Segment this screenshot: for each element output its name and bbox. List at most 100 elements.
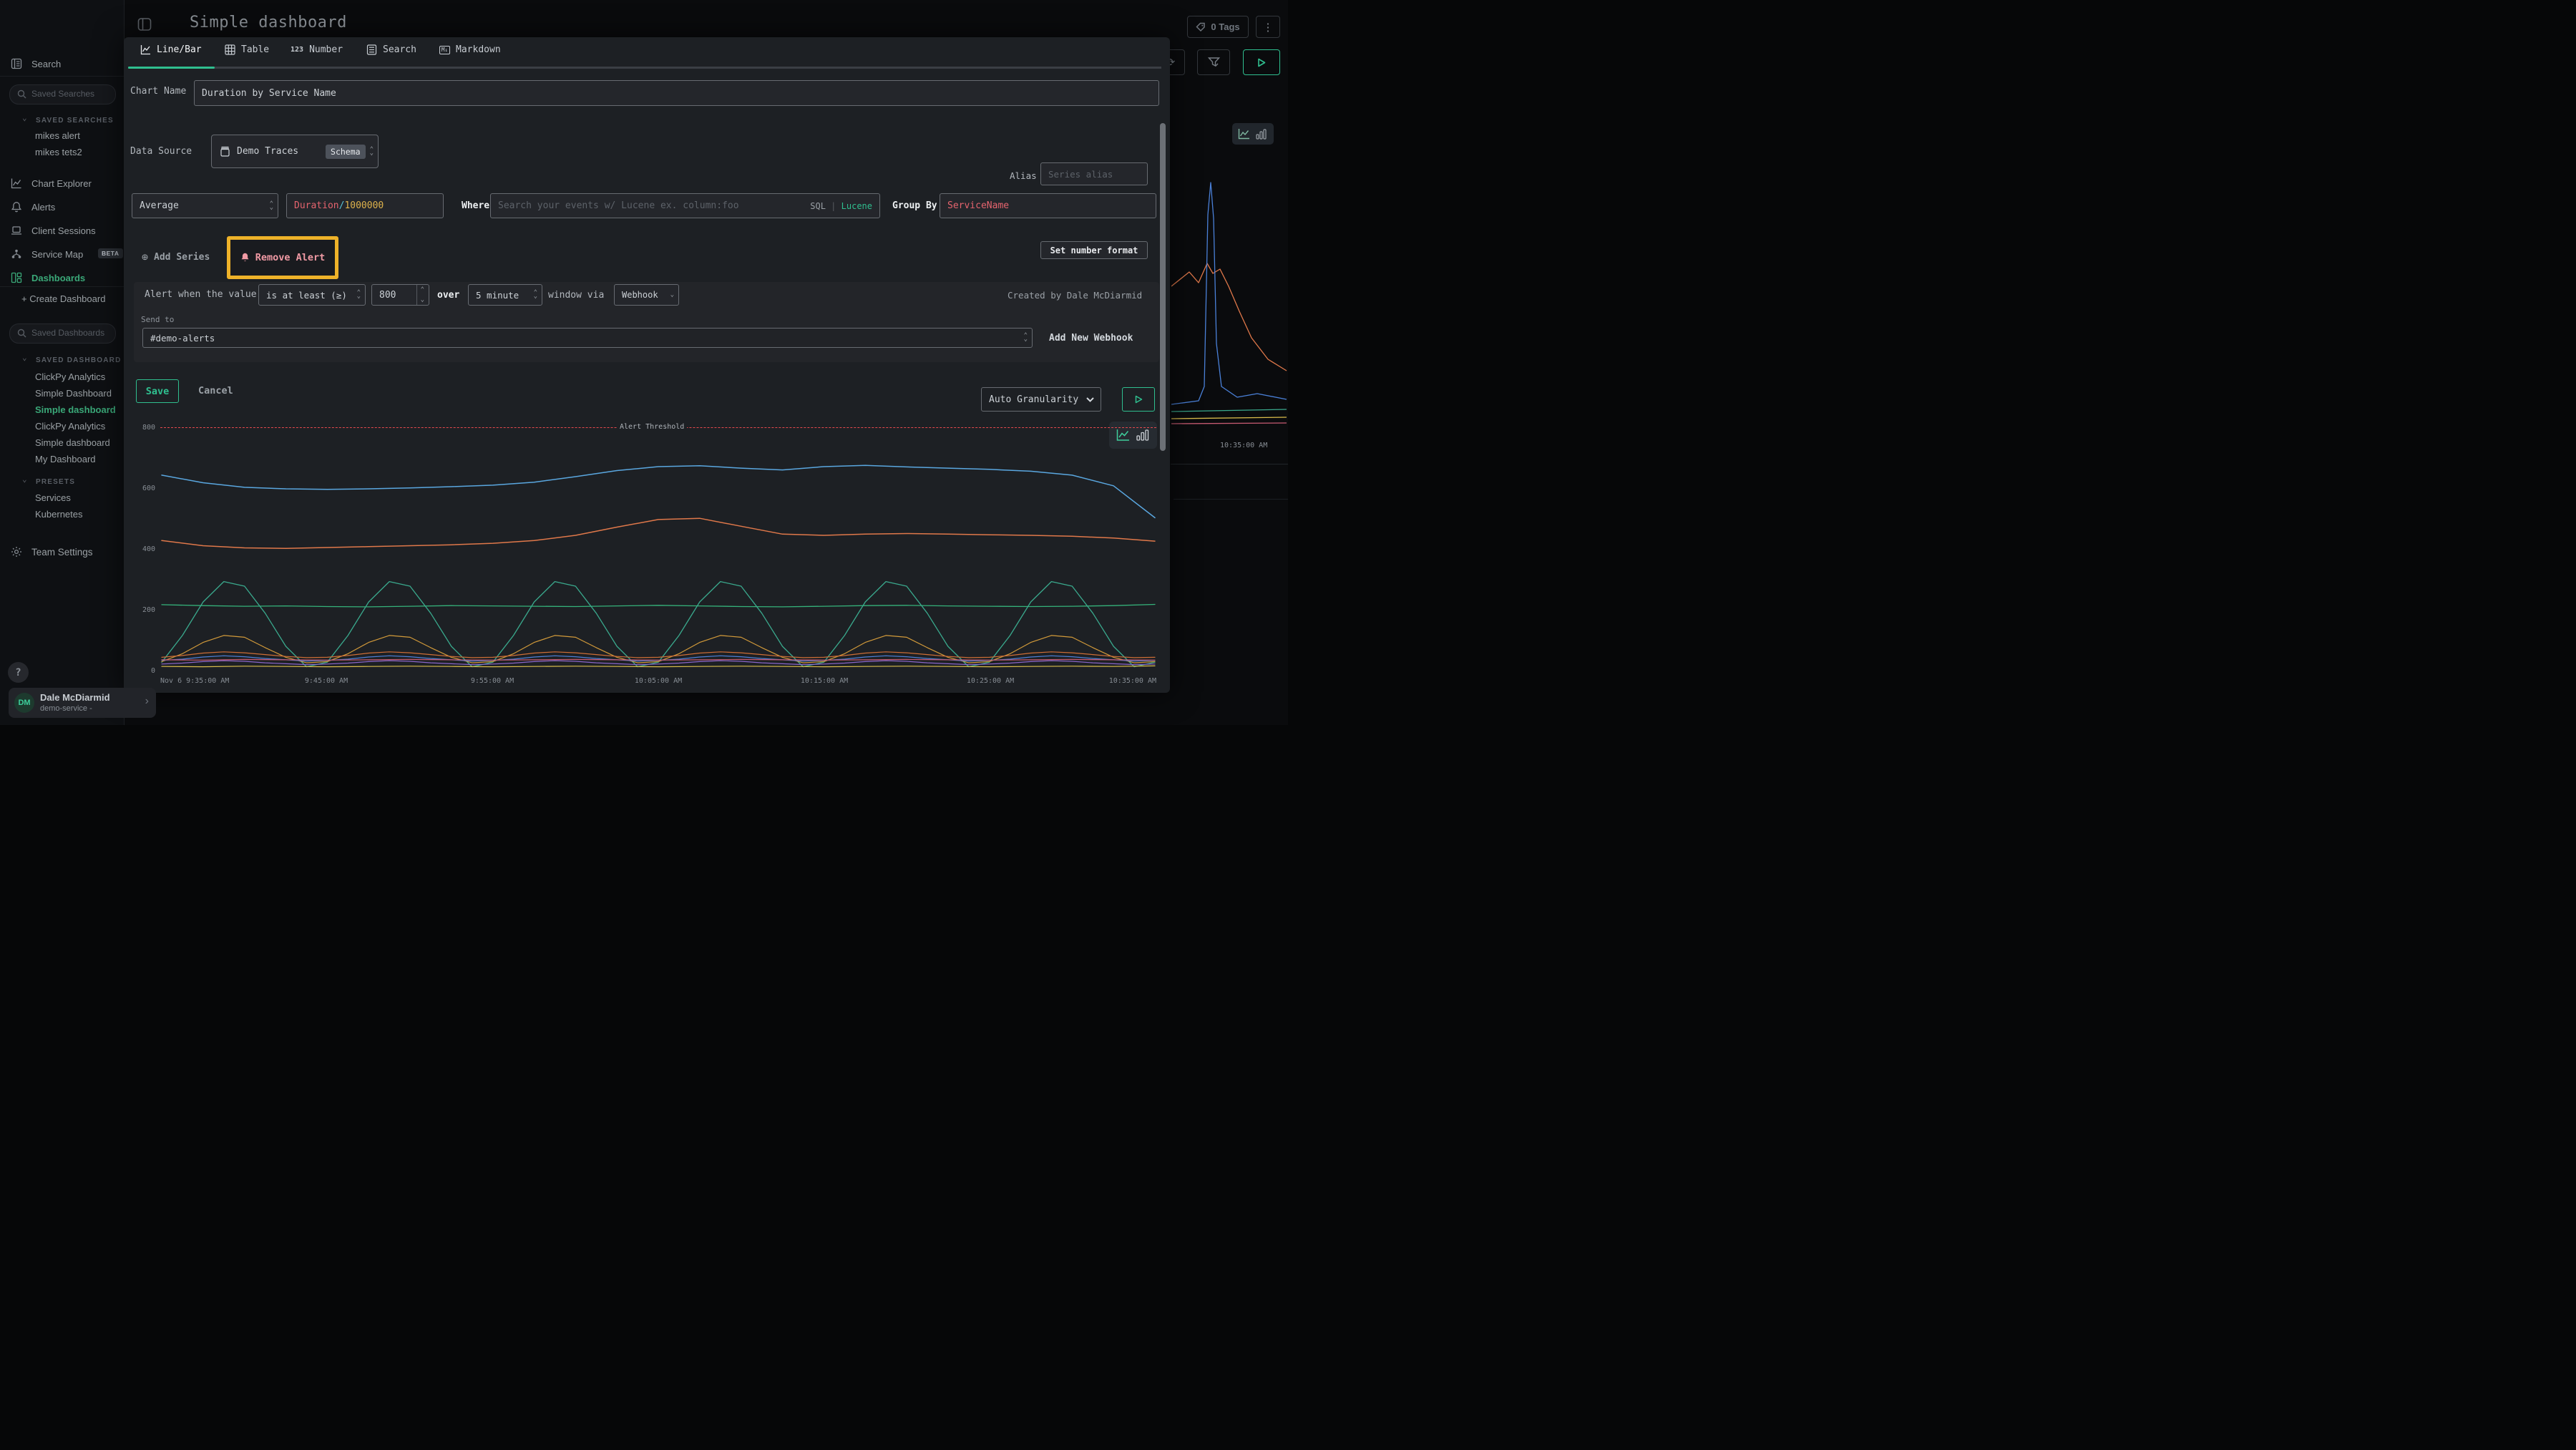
saved-dashboards-header[interactable]: SAVED DASHBOARDS: [36, 356, 122, 364]
select-chevrons-icon: ⌃⌄: [357, 291, 361, 298]
number-stepper[interactable]: ⌃⌄: [416, 285, 424, 305]
expression-value-token: 1000000: [344, 200, 384, 211]
tab-search[interactable]: Search: [366, 44, 416, 55]
set-number-format-button[interactable]: Set number format: [1040, 241, 1148, 259]
alias-input[interactable]: Series alias: [1040, 162, 1148, 185]
tab-line-bar[interactable]: Line/Bar: [140, 44, 202, 55]
play-icon: [1257, 58, 1266, 67]
dashboard-item[interactable]: My Dashboard: [35, 454, 96, 464]
saved-searches-input[interactable]: Saved Searches: [9, 84, 116, 104]
alert-bell-icon: [240, 253, 250, 263]
alias-label: Alias: [1010, 170, 1037, 181]
tab-number[interactable]: 123 Number: [291, 44, 343, 55]
sidebar: Search Saved Searches SAVED SEARCHES ⌄ m…: [0, 0, 125, 725]
bar-chart-icon: [1256, 129, 1267, 140]
dashboard-item[interactable]: ClickPy Analytics: [35, 371, 105, 382]
filter-button[interactable]: [1197, 49, 1230, 75]
dashboard-item[interactable]: Simple Dashboard: [35, 388, 112, 399]
remove-alert-button[interactable]: Remove Alert: [230, 240, 335, 276]
markdown-tab-icon: M↓: [439, 46, 450, 54]
add-new-webhook-button[interactable]: Add New Webhook: [1049, 333, 1133, 344]
select-chevrons-icon: ⌃⌄: [534, 291, 537, 298]
run-chart-button[interactable]: [1122, 387, 1155, 412]
sidebar-item-client-sessions[interactable]: Client Sessions: [0, 223, 124, 239]
data-source-select[interactable]: Demo Traces Schema ⌃⌄: [211, 135, 379, 168]
alert-threshold-input[interactable]: 800 ⌃⌄: [371, 284, 429, 306]
schema-badge: Schema: [326, 145, 366, 159]
create-dashboard-button[interactable]: + Create Dashboard: [21, 293, 105, 304]
preset-item[interactable]: Kubernetes: [35, 509, 83, 520]
dashboard-item-active[interactable]: Simple dashboard: [35, 404, 116, 415]
x-tick: 10:25:00 AM: [967, 677, 1014, 685]
modal-scrollbar[interactable]: [1160, 123, 1166, 451]
dashboards-icon: [11, 272, 22, 283]
play-icon: [1135, 395, 1143, 404]
x-tick: 10:35:00 AM: [1109, 677, 1156, 685]
dashboard-menu-button[interactable]: ⋮: [1256, 16, 1280, 38]
user-menu[interactable]: DM Dale McDiarmid demo-service - ›: [9, 688, 156, 718]
background-tile-chart-toggle: [1232, 123, 1274, 145]
dashboard-item[interactable]: Simple dashboard: [35, 437, 110, 448]
preset-item[interactable]: Services: [35, 492, 71, 503]
select-chevrons-icon: ⌄: [670, 293, 674, 297]
panel-collapse-icon: [137, 17, 152, 31]
sitemap-icon: [11, 248, 22, 260]
chevron-down-icon: [1086, 397, 1094, 402]
sidebar-divider: [0, 286, 124, 287]
sidebar-item-service-map[interactable]: Service Map BETA: [0, 247, 124, 263]
filter-icon: [1208, 57, 1220, 69]
granularity-select[interactable]: Auto Granularity: [981, 387, 1101, 412]
data-source-label: Data Source: [130, 146, 192, 157]
tab-markdown[interactable]: M↓ Markdown: [439, 44, 501, 55]
number-tab-icon: 123: [291, 46, 303, 54]
sidebar-collapse-button[interactable]: [137, 17, 152, 31]
bell-icon: [11, 201, 22, 213]
tab-table[interactable]: Table: [225, 44, 269, 55]
x-tick: 9:55:00 AM: [471, 677, 514, 685]
run-query-button[interactable]: [1243, 49, 1280, 75]
sql-mode-button[interactable]: SQL: [810, 201, 826, 211]
chevron-down-icon: ⌄: [22, 475, 27, 484]
kebab-icon: ⋮: [1263, 21, 1274, 34]
sidebar-item-team-settings[interactable]: Team Settings: [0, 545, 124, 560]
expression-input[interactable]: Duration/1000000: [286, 193, 444, 218]
help-button[interactable]: ?: [8, 662, 29, 683]
dashboard-item[interactable]: ClickPy Analytics: [35, 421, 105, 432]
over-label: over: [437, 290, 459, 301]
group-by-input[interactable]: ServiceName: [940, 193, 1156, 218]
saved-searches-header[interactable]: SAVED SEARCHES: [36, 117, 114, 125]
saved-search-item[interactable]: mikes tets2: [35, 147, 82, 157]
sidebar-item-alerts[interactable]: Alerts: [0, 200, 124, 215]
where-search-input[interactable]: Search your events w/ Lucene ex. column:…: [490, 193, 880, 218]
active-tab-underline: [128, 67, 215, 69]
page-title: Simple dashboard: [190, 14, 347, 31]
tags-button[interactable]: 0 Tags: [1187, 16, 1249, 38]
sidebar-item-chart-explorer[interactable]: Chart Explorer: [0, 176, 124, 192]
chevron-down-icon: ⌄: [22, 353, 27, 362]
chart-name-input[interactable]: Duration by Service Name: [194, 80, 1159, 106]
aggregation-select[interactable]: Average ⌃⌄: [132, 193, 278, 218]
send-to-select[interactable]: #demo-alerts ⌃⌄: [142, 328, 1033, 348]
window-via-label: window via: [548, 290, 604, 301]
cancel-button[interactable]: Cancel: [198, 385, 233, 396]
save-button[interactable]: Save: [136, 379, 179, 403]
saved-dashboards-input[interactable]: Saved Dashboards: [9, 323, 116, 344]
y-tick: 800: [132, 424, 155, 432]
lucene-mode-button[interactable]: Lucene: [841, 201, 872, 211]
presets-header[interactable]: PRESETS: [36, 478, 75, 486]
add-series-button[interactable]: ⊕ Add Series: [142, 250, 210, 263]
group-by-label: Group By: [892, 200, 937, 211]
y-tick: 600: [132, 485, 155, 492]
chart-name-label: Chart Name: [130, 86, 186, 97]
database-icon: [220, 146, 230, 157]
alert-channel-select[interactable]: Webhook ⌄: [614, 284, 679, 306]
alert-window-select[interactable]: 5 minute ⌃⌄: [468, 284, 542, 306]
y-tick: 400: [132, 545, 155, 553]
sidebar-item-dashboards[interactable]: Dashboards: [0, 271, 124, 286]
gear-icon: [11, 546, 22, 558]
saved-search-item[interactable]: mikes alert: [35, 130, 80, 141]
line-chart-icon: [1238, 128, 1250, 140]
alert-condition-select[interactable]: is at least (≥) ⌃⌄: [258, 284, 366, 306]
lang-separator: |: [831, 201, 836, 211]
sidebar-item-search[interactable]: Search: [0, 57, 124, 72]
